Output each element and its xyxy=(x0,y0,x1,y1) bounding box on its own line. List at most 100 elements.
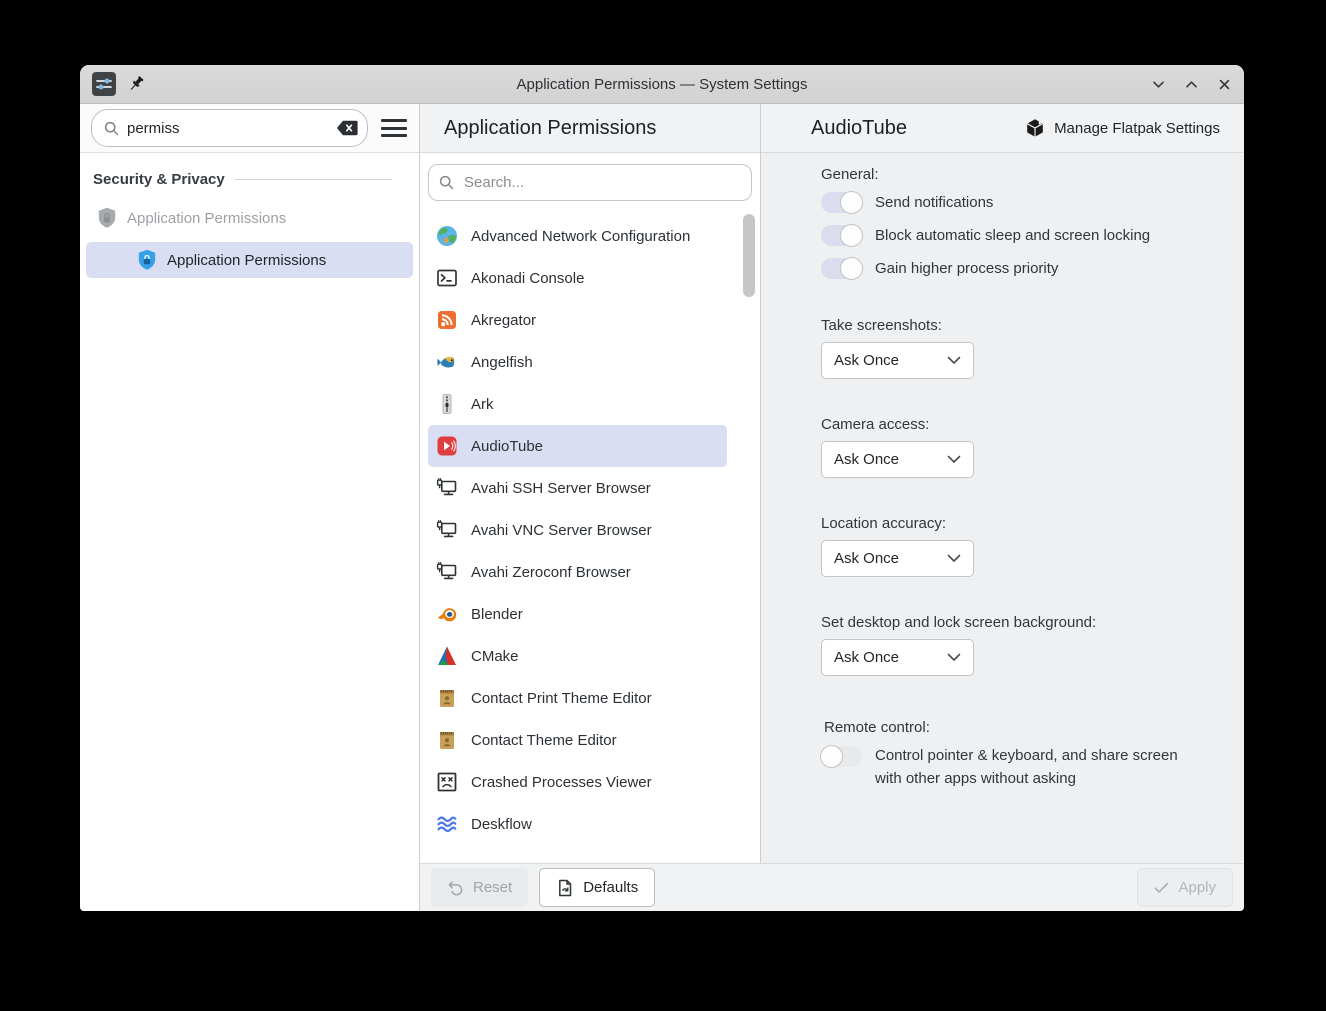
chevron-down-icon xyxy=(947,653,961,662)
app-search-input[interactable] xyxy=(462,173,741,192)
titlebar[interactable]: Application Permissions — System Setting… xyxy=(80,65,1244,104)
app-list-item[interactable]: Avahi VNC Server Browser xyxy=(428,509,727,551)
manage-flatpak-settings-label: Manage Flatpak Settings xyxy=(1054,120,1220,137)
dropdown-value: Ask Once xyxy=(834,550,899,567)
sidebar-search-field[interactable] xyxy=(91,109,368,147)
network-monitor-icon xyxy=(436,561,458,583)
app-list-item[interactable]: Angelfish xyxy=(428,341,727,383)
toggle-row-block-sleep: Block automatic sleep and screen locking xyxy=(821,224,1220,247)
sidebar-category-list: Security & Privacy Application Permissio… xyxy=(80,153,419,911)
close-button[interactable] xyxy=(1216,76,1232,92)
permission-section-background: Set desktop and lock screen background: … xyxy=(821,614,1220,676)
maximize-button[interactable] xyxy=(1183,76,1199,92)
pin-icon[interactable] xyxy=(126,74,146,94)
terminal-icon xyxy=(436,267,458,289)
list-panel-title: Application Permissions xyxy=(444,117,656,140)
defaults-label: Defaults xyxy=(583,879,638,896)
app-name-label: Angelfish xyxy=(471,354,533,371)
permission-form: General: Send notifications Block automa… xyxy=(761,153,1244,863)
chevron-down-icon xyxy=(947,455,961,464)
reset-label: Reset xyxy=(473,879,512,896)
permission-label: Location accuracy: xyxy=(821,515,1220,532)
permission-section-location: Location accuracy: Ask Once xyxy=(821,515,1220,577)
app-list-item[interactable]: CMake xyxy=(428,635,727,677)
sidebar: Security & Privacy Application Permissio… xyxy=(80,104,420,911)
app-list-item[interactable]: Contact Print Theme Editor xyxy=(428,677,727,719)
system-settings-app-icon xyxy=(92,72,116,96)
toggle-label: Block automatic sleep and screen locking xyxy=(875,227,1150,244)
crashed-face-icon xyxy=(436,771,458,793)
sidebar-item-label: Application Permissions xyxy=(127,210,286,227)
undo-icon xyxy=(447,879,464,896)
app-list-item[interactable]: Contact Theme Editor xyxy=(428,719,727,761)
waves-icon xyxy=(436,813,458,835)
dropdown-value: Ask Once xyxy=(834,352,899,369)
manage-flatpak-settings-button[interactable]: Manage Flatpak Settings xyxy=(1019,117,1226,139)
remote-control-section: Remote control: Control pointer & keyboa… xyxy=(821,719,1220,790)
footer-bar: Reset Defaults Apply xyxy=(420,863,1244,911)
reset-button[interactable]: Reset xyxy=(431,868,528,907)
permission-section-screenshots: Take screenshots: Ask Once xyxy=(821,317,1220,379)
document-revert-icon xyxy=(556,879,574,897)
package-cube-icon xyxy=(1025,118,1045,138)
app-name-label: Contact Theme Editor xyxy=(471,732,617,749)
detail-panel: AudioTube Manage Flatpak Settings Genera… xyxy=(761,104,1244,863)
clear-search-icon[interactable] xyxy=(336,120,358,136)
toggle-row-process-priority: Gain higher process priority xyxy=(821,257,1220,280)
app-list-item[interactable]: Akregator xyxy=(428,299,727,341)
toggle-label: Send notifications xyxy=(875,194,993,211)
toggle-label: Control pointer & keyboard, and share sc… xyxy=(875,745,1185,790)
search-icon xyxy=(104,121,119,136)
take-screenshots-dropdown[interactable]: Ask Once xyxy=(821,342,974,379)
app-name-label: Advanced Network Configuration xyxy=(471,228,690,245)
rss-feed-icon xyxy=(436,309,458,331)
app-name-label: Deskflow xyxy=(471,816,532,833)
permission-section-camera: Camera access: Ask Once xyxy=(821,416,1220,478)
defaults-button[interactable]: Defaults xyxy=(539,868,655,907)
app-name-label: Ark xyxy=(471,396,494,413)
camera-access-dropdown[interactable]: Ask Once xyxy=(821,441,974,478)
app-list-item[interactable]: AudioTube xyxy=(428,425,727,467)
app-list-item[interactable]: Avahi Zeroconf Browser xyxy=(428,551,727,593)
dropdown-value: Ask Once xyxy=(834,649,899,666)
list-panel-header: Application Permissions xyxy=(420,104,760,153)
app-name-label: Avahi SSH Server Browser xyxy=(471,480,651,497)
app-name-label: AudioTube xyxy=(471,438,543,455)
remote-control-toggle[interactable] xyxy=(821,746,862,767)
app-name-label: Avahi Zeroconf Browser xyxy=(471,564,631,581)
app-search-field[interactable] xyxy=(428,164,752,201)
app-list-item[interactable]: Advanced Network Configuration xyxy=(428,215,727,257)
list-scrollbar[interactable] xyxy=(743,214,755,297)
globe-network-icon xyxy=(436,225,458,247)
archive-zipper-icon xyxy=(436,393,458,415)
window-title: Application Permissions — System Setting… xyxy=(80,76,1244,93)
menu-hamburger-icon[interactable] xyxy=(381,117,407,139)
toggle-label: Gain higher process priority xyxy=(875,260,1058,277)
app-name-label: Contact Print Theme Editor xyxy=(471,690,652,707)
app-list-item[interactable]: Ark xyxy=(428,383,727,425)
general-label: General: xyxy=(821,166,1220,183)
blender-icon xyxy=(436,603,458,625)
network-monitor-icon xyxy=(436,477,458,499)
search-icon xyxy=(439,175,454,190)
app-list-item[interactable]: Blender xyxy=(428,593,727,635)
app-name-label: Crashed Processes Viewer xyxy=(471,774,652,791)
system-settings-window: Application Permissions — System Setting… xyxy=(80,65,1244,911)
sidebar-search-row xyxy=(80,104,419,153)
app-list-item[interactable]: Akonadi Console xyxy=(428,257,727,299)
sidebar-item-application-permissions-parent[interactable]: Application Permissions xyxy=(86,200,413,236)
block-sleep-toggle[interactable] xyxy=(821,225,862,246)
minimize-button[interactable] xyxy=(1150,76,1166,92)
send-notifications-toggle[interactable] xyxy=(821,192,862,213)
app-list-item[interactable]: Crashed Processes Viewer xyxy=(428,761,727,803)
app-list-item[interactable]: Deskflow xyxy=(428,803,727,845)
set-background-dropdown[interactable]: Ask Once xyxy=(821,639,974,676)
sidebar-search-input[interactable] xyxy=(127,120,328,137)
app-list-item[interactable]: Avahi SSH Server Browser xyxy=(428,467,727,509)
sidebar-item-application-permissions[interactable]: Application Permissions xyxy=(86,242,413,278)
apply-button[interactable]: Apply xyxy=(1137,868,1233,907)
location-accuracy-dropdown[interactable]: Ask Once xyxy=(821,540,974,577)
process-priority-toggle[interactable] xyxy=(821,258,862,279)
section-divider xyxy=(235,179,392,180)
dropdown-value: Ask Once xyxy=(834,451,899,468)
